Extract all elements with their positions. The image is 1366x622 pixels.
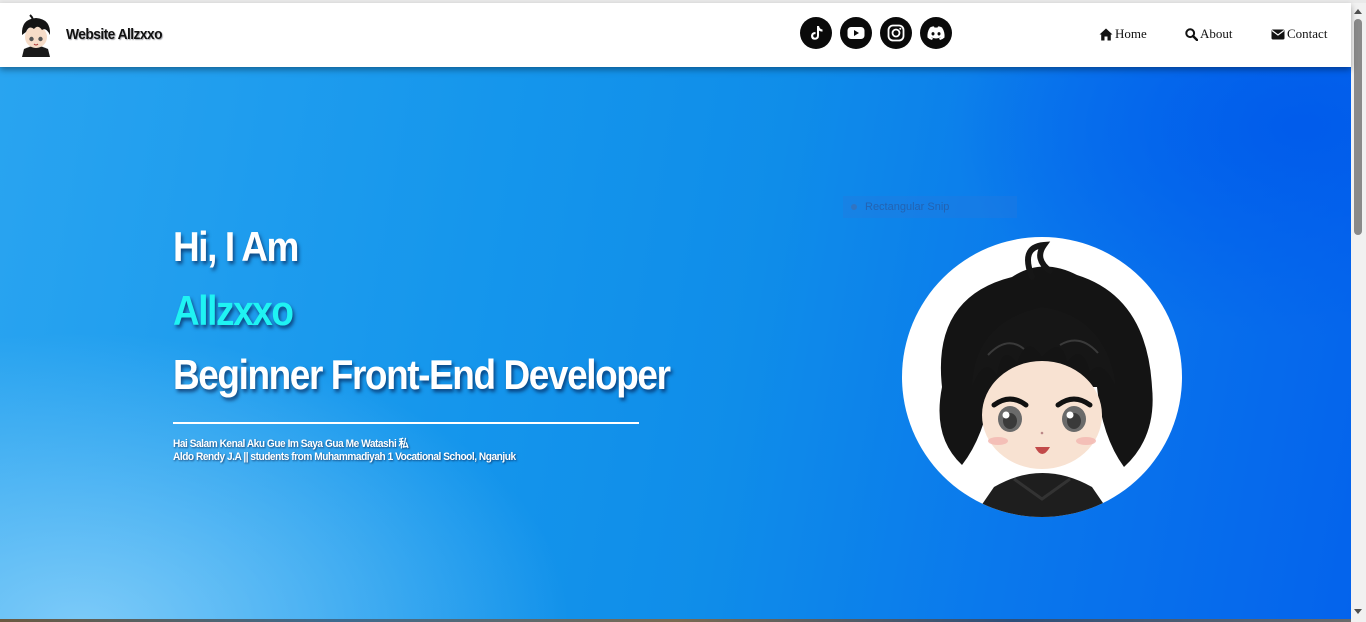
youtube-link[interactable] — [840, 17, 872, 49]
tiktok-icon — [811, 26, 823, 40]
discord-icon — [927, 26, 945, 40]
nav-home[interactable]: Home — [1099, 26, 1147, 42]
tiktok-link[interactable] — [800, 17, 832, 49]
scroll-thumb[interactable] — [1354, 19, 1362, 235]
nav-about-label: About — [1200, 26, 1233, 41]
logo-avatar[interactable] — [16, 13, 56, 57]
hero-section: Hi, I Am Allzxxo Beginner Front-End Deve… — [0, 67, 1351, 622]
youtube-icon — [847, 27, 865, 39]
hero-subtitle-bio: Aldo Rendy J.A || students from Muhammad… — [173, 451, 516, 463]
hero-divider — [173, 422, 639, 424]
chibi-character-image — [939, 241, 1153, 517]
snip-dot-icon — [851, 204, 857, 210]
nav-contact-label: Contact — [1287, 26, 1328, 41]
scroll-down-arrow-icon[interactable] — [1354, 609, 1362, 614]
hero-name: Allzxxo — [173, 287, 294, 334]
snip-overlay: Rectangular Snip — [843, 196, 1017, 218]
scroll-up-arrow-icon[interactable] — [1354, 9, 1362, 14]
site-title[interactable]: Website Allzxxo — [66, 26, 163, 43]
navbar: Website Allzxxo Home About Contact — [0, 3, 1351, 67]
envelope-icon — [1271, 29, 1285, 39]
hero-subtitle-greeting: Hai Salam Kenal Aku Gue Im Saya Gua Me W… — [173, 438, 409, 450]
page-scrollbar[interactable] — [1351, 3, 1366, 622]
profile-avatar — [902, 237, 1182, 517]
home-icon — [1099, 28, 1113, 40]
discord-link[interactable] — [920, 17, 952, 49]
nav-about[interactable]: About — [1185, 26, 1233, 42]
nav-home-label: Home — [1115, 26, 1147, 41]
instagram-icon — [887, 24, 905, 42]
hero-role: Beginner Front-End Developer — [173, 351, 671, 398]
snip-label: Rectangular Snip — [865, 201, 950, 213]
instagram-link[interactable] — [880, 17, 912, 49]
nav-contact[interactable]: Contact — [1271, 26, 1327, 42]
hero-greeting: Hi, I Am — [173, 223, 299, 270]
search-icon — [1185, 27, 1198, 41]
